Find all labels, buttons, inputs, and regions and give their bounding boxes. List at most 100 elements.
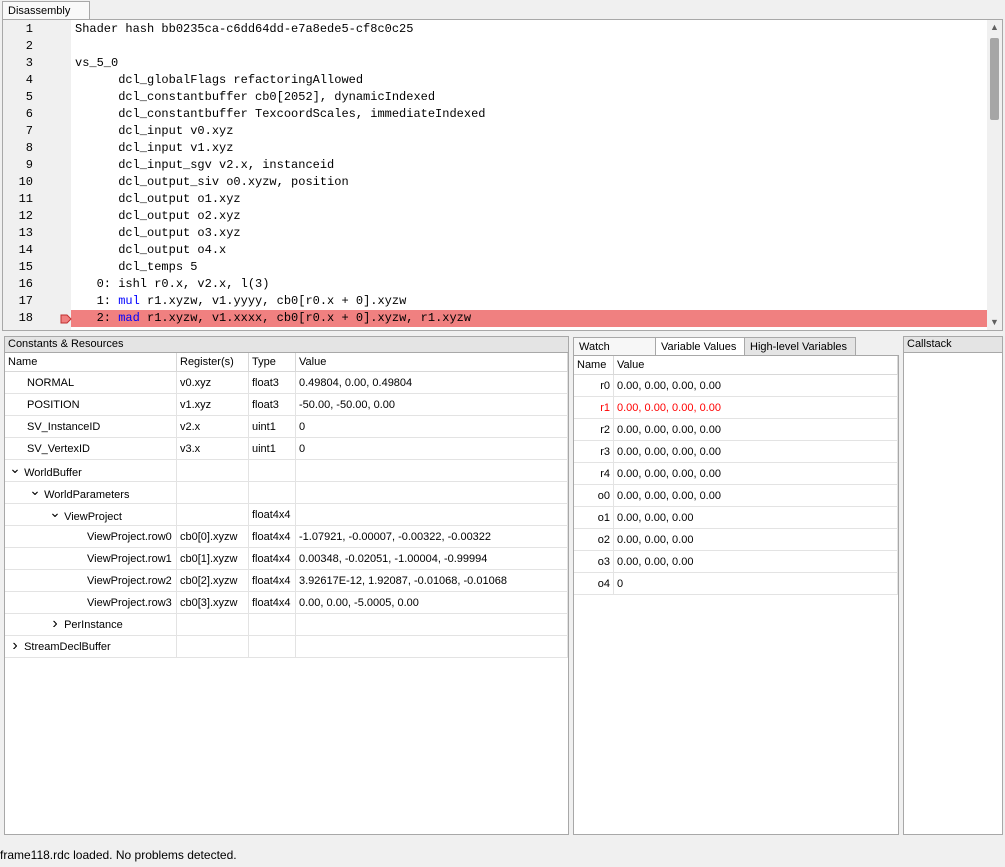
constant-type-cell: float3 (248, 393, 296, 416)
constant-reg-cell: v0.xyz (176, 371, 249, 394)
chevron-down-icon[interactable]: ⌄ (9, 461, 21, 475)
col-name[interactable]: Name (5, 353, 177, 372)
constants-row[interactable]: ⌄ ViewProject float4x4 (5, 503, 568, 526)
line-number: 3 (25, 56, 33, 70)
constant-type-cell (248, 481, 296, 504)
constant-type-cell (248, 613, 296, 636)
constant-name: WorldParameters (44, 488, 130, 501)
line-number: 10 (18, 175, 33, 189)
variable-name: r3 (574, 440, 614, 463)
constant-reg-cell (176, 635, 249, 658)
line-text: dcl_input v1.xyz (75, 141, 234, 155)
constants-row[interactable]: POSITION v1.xyz float3 -50.00, -50.00, 0.00 (5, 393, 568, 416)
scroll-up-icon[interactable]: ▲ (990, 23, 999, 32)
constants-row[interactable]: ViewProject.row1 cb0[1].xyzw float4x4 0.003… (5, 547, 568, 570)
constant-name: ViewProject.row2 (87, 574, 172, 587)
code-line[interactable]: 3 vs_5_0 (3, 55, 987, 72)
constants-row[interactable]: › StreamDeclBuffer (5, 635, 568, 658)
disassembly-view[interactable]: 1 Shader hash bb0235ca-c6dd64dd-e7a8ede5-… (2, 19, 1003, 331)
line-text: dcl_input_sgv v2.x, instanceid (75, 158, 335, 172)
variable-row[interactable]: o4 0 (574, 572, 898, 595)
variable-row[interactable]: r4 0.00, 0.00, 0.00, 0.00 (574, 462, 898, 485)
constants-row[interactable]: SV_InstanceID v2.x uint1 0 (5, 415, 568, 438)
constant-reg-cell: cb0[3].xyzw (176, 591, 249, 614)
line-text: dcl_output o3.xyz (75, 226, 241, 240)
constant-name: WorldBuffer (24, 466, 82, 479)
variable-row[interactable]: r3 0.00, 0.00, 0.00, 0.00 (574, 440, 898, 463)
code-line[interactable]: 9 dcl_input_sgv v2.x, instanceid (3, 157, 987, 174)
constant-value-cell (295, 613, 568, 636)
variable-name: r4 (574, 462, 614, 485)
constants-row[interactable]: SV_VertexID v3.x uint1 0 (5, 437, 568, 460)
constant-value-cell: 0.49804, 0.00, 0.49804 (295, 371, 568, 394)
col-var-name[interactable]: Name (574, 356, 614, 375)
variable-row[interactable]: o3 0.00, 0.00, 0.00 (574, 550, 898, 573)
constant-name-cell: POSITION (5, 393, 177, 416)
constant-name-cell: ⌄ WorldBuffer (5, 459, 177, 482)
code-line[interactable]: 16 0: ishl r0.x, v2.x, l(3) (3, 276, 987, 293)
variable-row[interactable]: o1 0.00, 0.00, 0.00 (574, 506, 898, 529)
constants-row[interactable]: NORMAL v0.xyz float3 0.49804, 0.00, 0.49804 (5, 371, 568, 394)
operands: r1.xyzw, v1.xxxx, cb0[r0.x + 0].xyzw, r1… (139, 311, 472, 325)
col-var-value[interactable]: Value (613, 356, 898, 375)
line-text: 0: ishl r0.x, v2.x, l(3) (75, 277, 270, 291)
code-line[interactable]: 18 2: mad r1.xyzw, v1.xxxx, cb0[r0.x + 0… (3, 310, 987, 327)
col-type[interactable]: Type (248, 353, 296, 372)
col-value[interactable]: Value (295, 353, 568, 372)
line-text: dcl_temps 5 (75, 260, 198, 274)
constant-type-cell (248, 635, 296, 658)
code-line[interactable]: 13 dcl_output o3.xyz (3, 225, 987, 242)
operands: r1.xyzw, v1.yyyy, cb0[r0.x + 0].xyzw (139, 294, 407, 308)
constants-row[interactable]: › PerInstance (5, 613, 568, 636)
constants-row[interactable]: ViewProject.row2 cb0[2].xyzw float4x4 3.926… (5, 569, 568, 592)
line-text: dcl_globalFlags refactoringAllowed (75, 73, 364, 87)
code-line[interactable]: 1 Shader hash bb0235ca-c6dd64dd-e7a8ede5-… (3, 21, 987, 38)
col-registers[interactable]: Register(s) (176, 353, 249, 372)
code-line[interactable]: 8 dcl_input v1.xyz (3, 140, 987, 157)
chevron-right-icon[interactable]: › (49, 615, 61, 631)
constant-value-cell: 0 (295, 415, 568, 438)
code-line[interactable]: 15 dcl_temps 5 (3, 259, 987, 276)
variable-row[interactable]: r0 0.00, 0.00, 0.00, 0.00 (574, 374, 898, 397)
code-line[interactable]: 7 dcl_input v0.xyz (3, 123, 987, 140)
constants-row[interactable]: ⌄ WorldParameters (5, 481, 568, 504)
variable-row[interactable]: o2 0.00, 0.00, 0.00 (574, 528, 898, 551)
code-line[interactable]: 14 dcl_output o4.x (3, 242, 987, 259)
code-line[interactable]: 11 dcl_output o1.xyz (3, 191, 987, 208)
chevron-down-icon[interactable]: ⌄ (29, 483, 41, 497)
scroll-down-icon[interactable]: ▼ (990, 318, 999, 327)
code-line[interactable]: 4 dcl_globalFlags refactoringAllowed (3, 72, 987, 89)
code-line[interactable]: 12 dcl_output o2.xyz (3, 208, 987, 225)
code-line[interactable]: 6 dcl_constantbuffer TexcoordScales, imm… (3, 106, 987, 123)
chevron-down-icon[interactable]: ⌄ (49, 505, 61, 519)
disassembly-scrollbar[interactable]: ▲ ▼ (987, 20, 1002, 330)
line-number: 12 (18, 209, 33, 223)
scrollbar-thumb[interactable] (990, 38, 999, 120)
code-line[interactable]: 10 dcl_output_siv o0.xyzw, position (3, 174, 987, 191)
constants-row[interactable]: ViewProject.row3 cb0[3].xyzw float4x4 0.00,… (5, 591, 568, 614)
variable-row[interactable]: r2 0.00, 0.00, 0.00, 0.00 (574, 418, 898, 441)
constant-name-cell: ⌄ WorldParameters (5, 481, 177, 504)
code-line[interactable]: 2 (3, 38, 987, 55)
line-text: dcl_output o2.xyz (75, 209, 241, 223)
chevron-right-icon[interactable]: › (9, 637, 21, 653)
constants-row[interactable]: ⌄ WorldBuffer (5, 459, 568, 482)
constant-type-cell: float4x4 (248, 525, 296, 548)
constant-name-cell: ⌄ ViewProject (5, 503, 177, 526)
variable-value: 0.00, 0.00, 0.00 (613, 550, 898, 573)
variable-row[interactable]: o0 0.00, 0.00, 0.00, 0.00 (574, 484, 898, 507)
constants-panel: Name Register(s) Type Value NORMAL v0.xyz… (4, 352, 569, 835)
variable-name: o4 (574, 572, 614, 595)
constant-type-cell (248, 459, 296, 482)
constant-name-cell: SV_InstanceID (5, 415, 177, 438)
constants-row[interactable]: ViewProject.row0 cb0[0].xyzw float4x4 -1.07… (5, 525, 568, 548)
constant-reg-cell: cb0[2].xyzw (176, 569, 249, 592)
variable-row[interactable]: r1 0.00, 0.00, 0.00, 0.00 (574, 396, 898, 419)
variable-name: o2 (574, 528, 614, 551)
constant-reg-cell (176, 613, 249, 636)
code-line[interactable]: 5 dcl_constantbuffer cb0[2052], dynamicI… (3, 89, 987, 106)
instruction-index: 2: (75, 311, 119, 325)
code-line[interactable]: 17 1: mul r1.xyzw, v1.yyyy, cb0[r0.x + 0… (3, 293, 987, 310)
line-number: 14 (18, 243, 33, 257)
constant-name-cell: NORMAL (5, 371, 177, 394)
